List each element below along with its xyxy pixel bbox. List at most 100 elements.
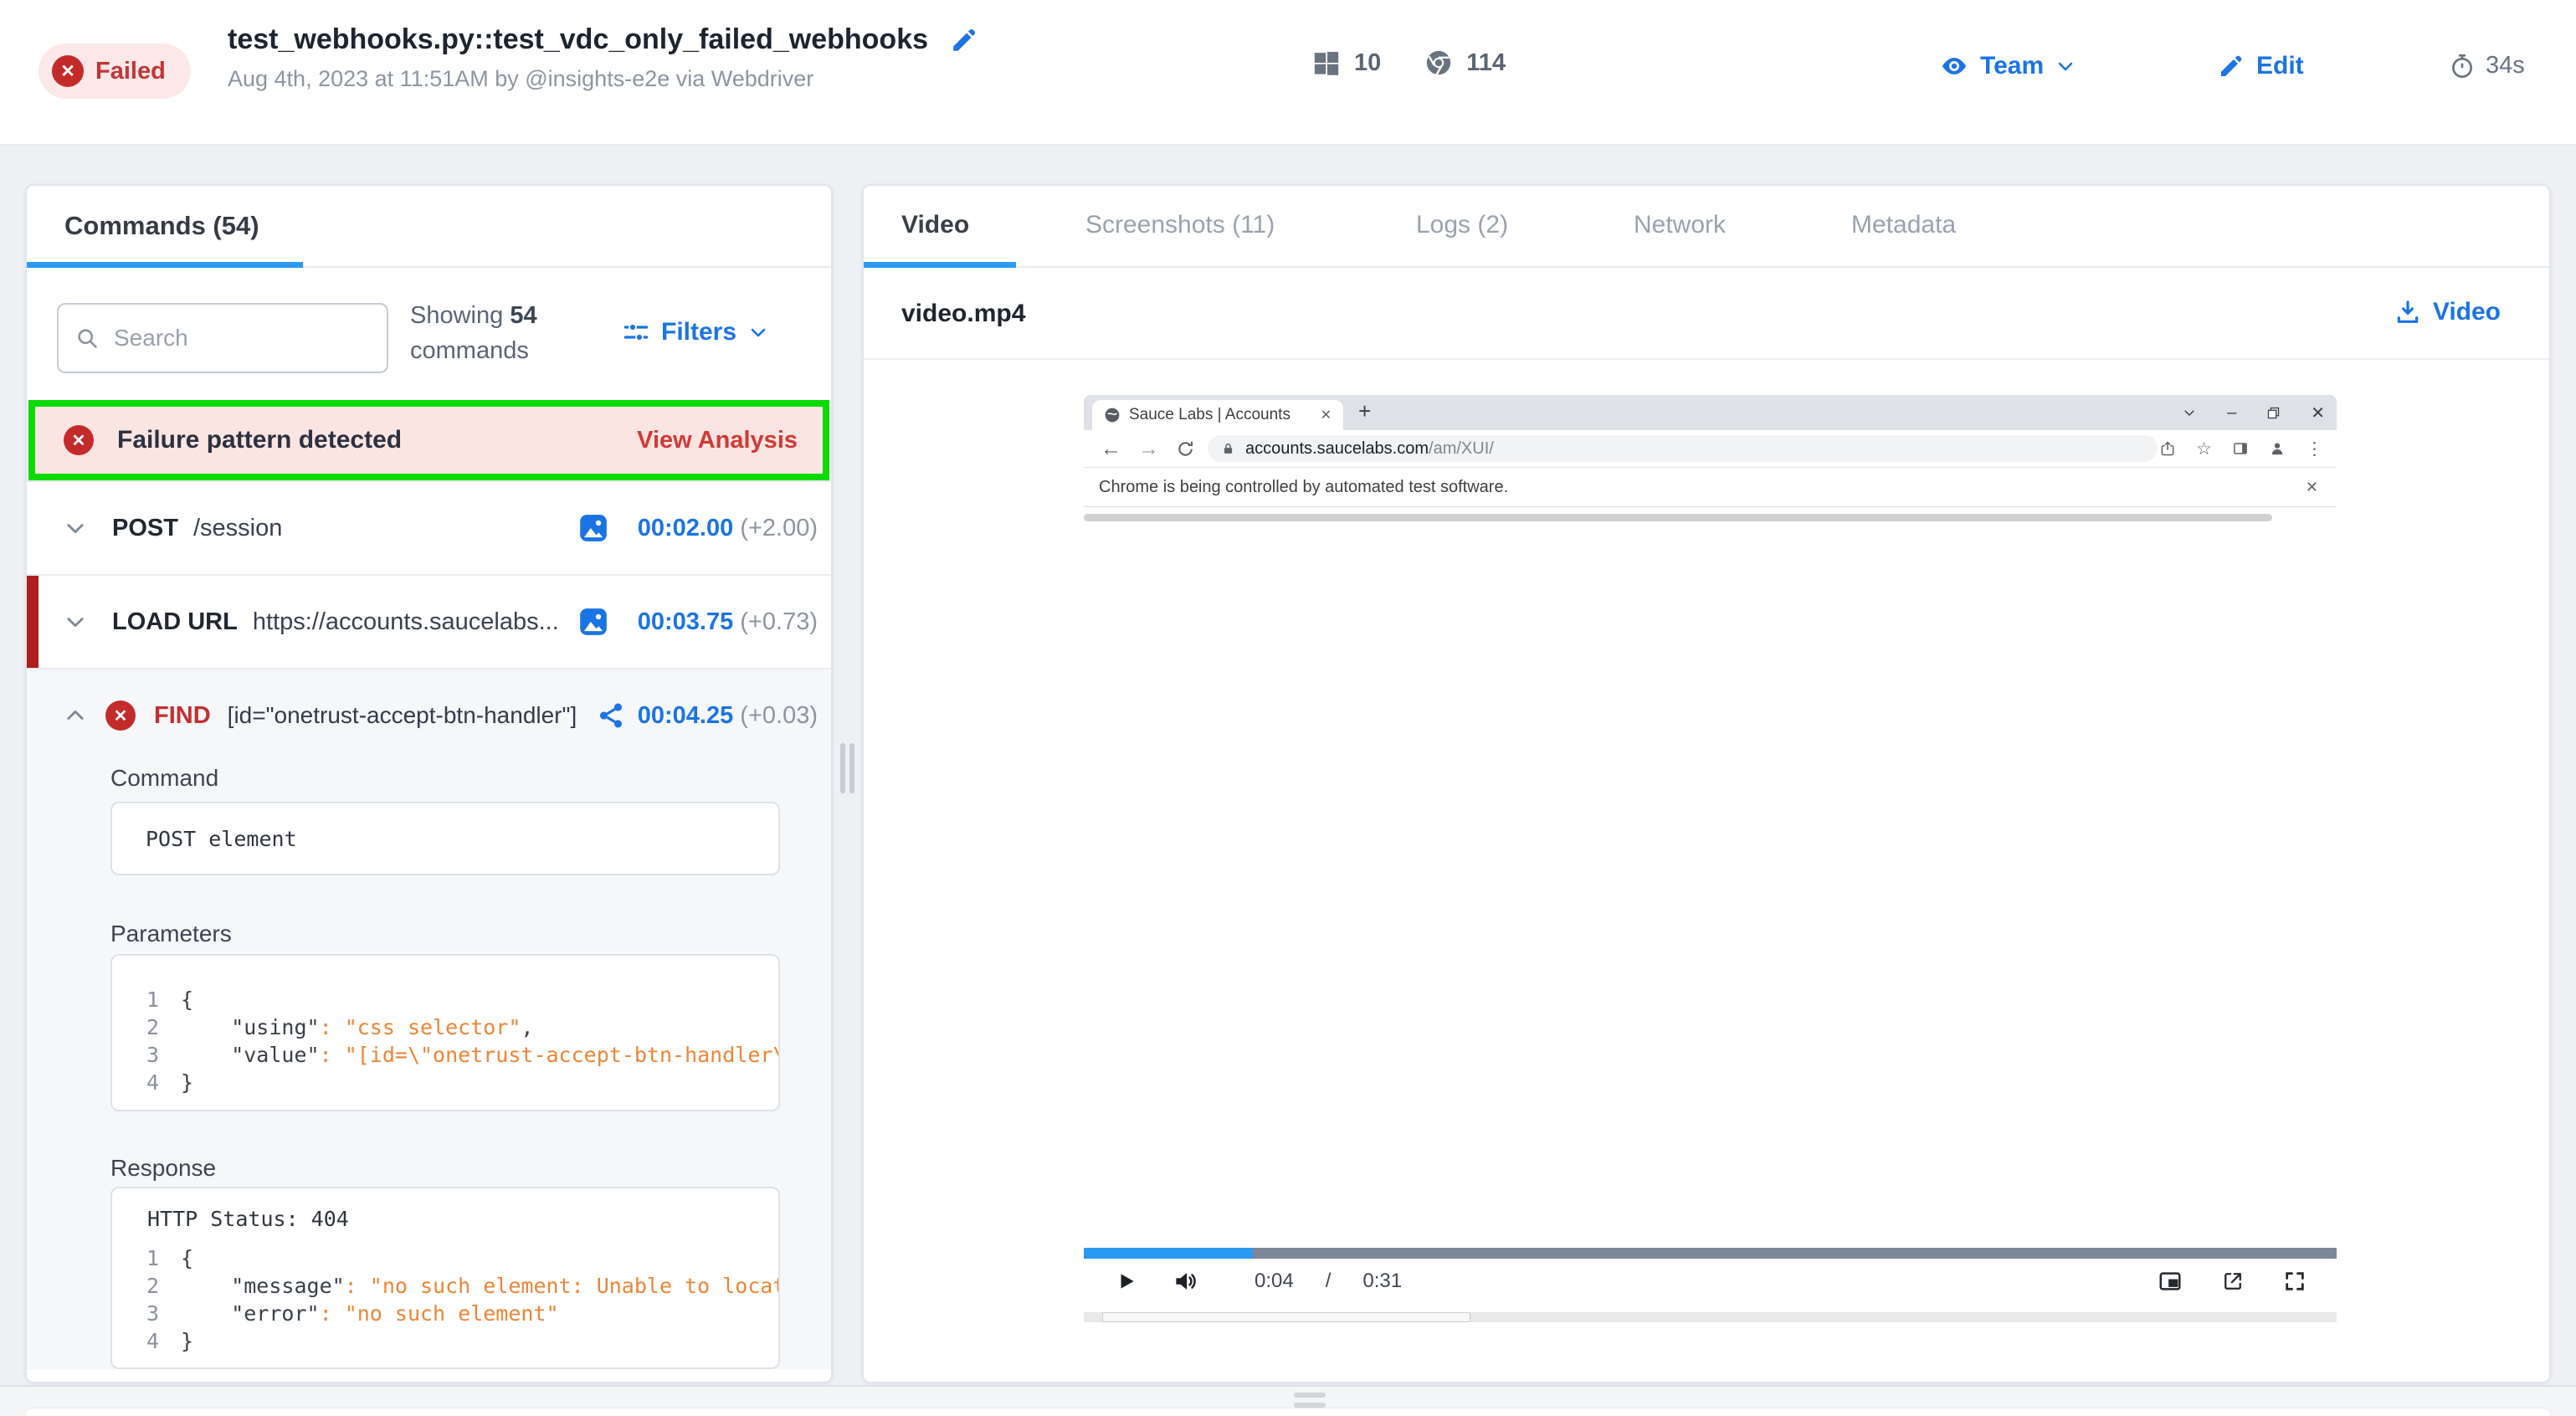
picture-in-picture-button[interactable] [2158,1269,2183,1294]
search-input[interactable] [112,324,370,352]
edit-label: Edit [2256,52,2304,80]
visibility-team-button[interactable]: Team [1940,52,2076,80]
edit-test-button[interactable]: Edit [2218,52,2304,80]
eye-icon [1940,52,1968,80]
play-button[interactable] [1116,1270,1137,1292]
chevron-down-icon[interactable] [64,516,87,540]
edit-title-pencil-icon[interactable] [950,26,978,54]
error-circle-icon: ✕ [105,700,136,731]
tab-screenshots[interactable]: Screenshots (11) [1085,211,1275,239]
command-search[interactable] [57,303,388,373]
panel-resize-handle[interactable] [833,184,862,1383]
video-file-row: video.mp4 Video [864,269,2549,360]
command-method: LOAD URL [112,608,238,636]
stopwatch-icon [2449,53,2476,80]
screenshot-icon[interactable] [577,512,609,544]
video-frame: Sauce Labs | Accounts ✕ + – ✕ ← → [1084,395,2337,1322]
command-timestamp: 00:04.25 (+0.03) [638,702,818,730]
error-marker-bar [27,576,38,668]
video-progress-fill [1084,1248,1253,1259]
chevron-up-icon[interactable] [64,704,87,727]
showing-count-text: Showing 54 commands [410,298,537,368]
command-detail: /session [193,515,282,542]
window-controls: – ✕ [2182,395,2325,430]
http-status: HTTP Status: 404 [147,1207,778,1231]
error-circle-icon: ✕ [64,425,94,455]
reload-icon [1176,439,1195,459]
status-badge-label: Failed [95,58,166,85]
recorded-address-bar: accounts.saucelabs.com/am/XUI/ [1208,435,2158,462]
command-value-box: POST element [110,802,780,875]
new-tab-icon: + [1358,398,1371,424]
screenshot-icon[interactable] [577,606,609,638]
code-line: 4 } [112,1327,778,1355]
code-line: 4 } [112,1069,778,1096]
view-analysis-link[interactable]: View Analysis [637,427,798,454]
response-code-box: HTTP Status: 404 1 { 2 "message": "no su… [110,1187,780,1369]
failure-pattern-banner[interactable]: ✕ Failure pattern detected View Analysis [28,400,829,480]
open-in-new-button[interactable] [2221,1270,2245,1293]
toolbar-icons: ☆ ⋮ [2159,439,2323,459]
showing-count: 54 [510,302,536,329]
parameters-section-label: Parameters [110,921,232,947]
media-panel: Video Screenshots (11) Logs (2) Network … [862,184,2551,1383]
recorded-browser-tab: Sauce Labs | Accounts ✕ [1092,400,1343,430]
chevron-down-icon[interactable] [64,610,87,634]
infobar-close-icon: ✕ [2306,479,2318,496]
command-row-find[interactable]: ✕ FIND [id="onetrust-accept-btn-handler"… [27,670,831,762]
chevron-down-icon [748,322,768,342]
active-tab-underline [27,262,303,268]
chevron-down-icon [2055,56,2076,76]
volume-button[interactable] [1173,1269,1198,1294]
bookmark-star-icon: ☆ [2196,439,2212,459]
windows-icon [1312,49,1341,77]
parameters-code-box: 1 { 2 "using": "css selector", 3 "value"… [110,954,780,1111]
team-label: Team [1980,52,2044,80]
response-section-label: Response [110,1155,216,1182]
failure-banner-text: Failure pattern detected [117,426,402,454]
app-header: ✕ Failed test_webhooks.py::test_vdc_only… [0,0,2576,146]
infobar-text: Chrome is being controlled by automated … [1099,478,1508,497]
command-row-post-session[interactable]: POST /session 00:02.00 (+2.00) [27,480,831,574]
scrollbar-thumb[interactable] [1102,1312,1470,1322]
media-tabrow: Video Screenshots (11) Logs (2) Network … [864,186,2549,268]
test-duration: 34s [2449,52,2525,80]
download-label: Video [2433,298,2501,326]
fullscreen-button[interactable] [2283,1270,2307,1293]
video-controls: 0:04 / 0:31 [1084,1259,2337,1304]
download-video-button[interactable]: Video [2394,298,2501,326]
command-timestamp: 00:03.75 (+0.73) [638,608,818,636]
tab-logs[interactable]: Logs (2) [1416,211,1508,239]
tab-network[interactable]: Network [1634,211,1726,239]
tab-commands[interactable]: Commands (54) [64,211,259,241]
pencil-icon [2218,53,2245,80]
environment-info: 10 114 [1312,49,1506,77]
filters-sliders-icon [623,319,649,346]
window-minimize-icon: – [2227,403,2236,423]
video-progress-bar[interactable] [1084,1248,2337,1259]
tab-video[interactable]: Video [901,211,969,239]
browser-version: 114 [1466,49,1506,77]
recorded-browser-toolbar: ← → accounts.saucelabs.com/am/XUI/ ☆ [1084,430,2337,467]
filters-button[interactable]: Filters [623,318,768,346]
duration-value: 34s [2486,52,2525,80]
automation-infobar: Chrome is being controlled by automated … [1084,467,2337,507]
window-restore-icon [2266,406,2281,420]
command-value: POST element [112,827,297,851]
video-horizontal-scrollbar[interactable] [1084,1312,2337,1322]
page-title: test_webhooks.py::test_vdc_only_failed_w… [228,23,928,56]
code-line: 3 "error": "no such element" [112,1300,778,1327]
code-line: 1 { [112,986,778,1013]
tab-metadata[interactable]: Metadata [1851,211,1956,239]
total-duration: 0:31 [1362,1270,1402,1293]
current-time: 0:04 [1255,1270,1294,1293]
share-export-icon [2159,440,2176,457]
command-method: POST [112,515,178,542]
command-selector: [id="onetrust-accept-btn-handler"] [228,702,577,729]
command-row-load-url[interactable]: LOAD URL https://accounts.saucelabs... 0… [27,574,831,668]
command-section-label: Command [110,765,218,792]
lock-icon [1221,442,1235,456]
tab-close-icon: ✕ [1321,407,1332,423]
window-menu-chevron-icon [2182,405,2197,420]
share-icon[interactable] [597,701,625,730]
